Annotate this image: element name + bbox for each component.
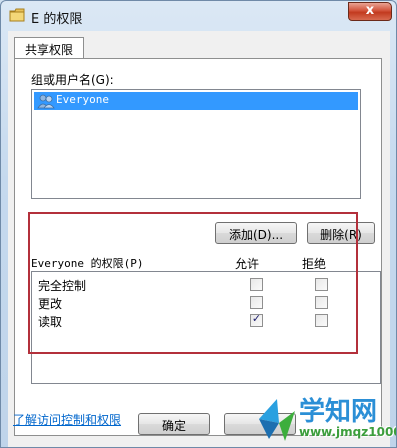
ok-button[interactable]: 确定 [138, 413, 210, 435]
watermark-logo-icon [259, 399, 295, 441]
watermark-text: 学知网 [299, 397, 378, 427]
permissions-window: E 的权限 x 共享权限 组或用户名(G): Everyone 添加(D)...… [0, 0, 397, 448]
group-label: 组或用户名(G): [31, 73, 114, 87]
title-bar: E 的权限 x [1, 1, 396, 31]
window-title: E 的权限 [31, 12, 83, 27]
folder-icon [9, 8, 25, 22]
watermark: 学知网 www.jmqz1000.com [249, 385, 396, 447]
tab-share-permissions[interactable]: 共享权限 [14, 37, 84, 59]
list-item[interactable]: Everyone [34, 92, 358, 110]
user-group-icon [37, 94, 55, 109]
ok-button-label: 确定 [161, 419, 186, 433]
highlight-box [28, 212, 358, 354]
close-button[interactable]: x [348, 2, 392, 21]
user-name: Everyone [56, 93, 109, 106]
close-icon: x [365, 3, 375, 18]
learn-permissions-link[interactable]: 了解访问控制和权限 [13, 411, 121, 428]
user-list[interactable]: Everyone [31, 89, 361, 199]
tab-label: 共享权限 [24, 43, 73, 57]
watermark-url: www.jmqz1000.com [299, 425, 396, 439]
